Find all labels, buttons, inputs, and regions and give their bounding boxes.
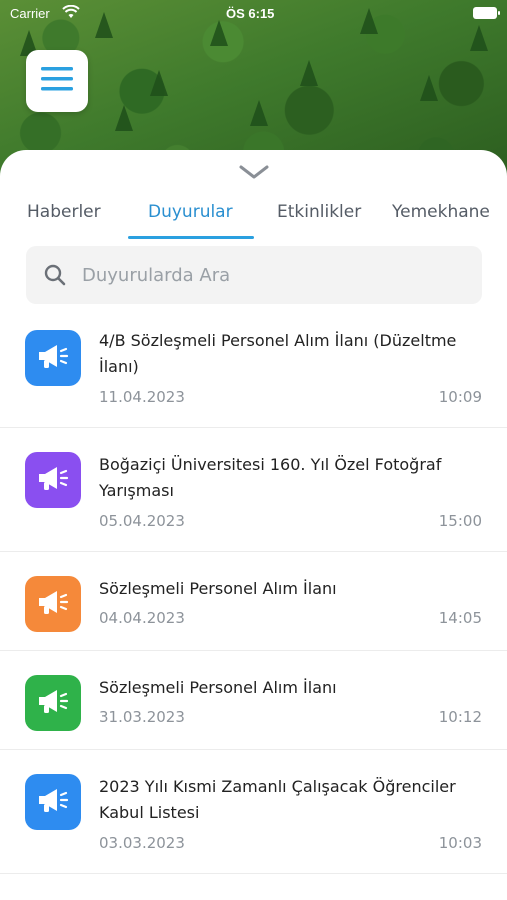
carrier-label: Carrier <box>10 6 50 21</box>
search-bar <box>26 246 482 304</box>
announcement-title: Boğaziçi Üniversitesi 160. Yıl Özel Foto… <box>99 455 442 500</box>
content-sheet: Haberler Duyurular Etkinlikler Yemekhane… <box>0 150 507 900</box>
announcement-time: 10:09 <box>438 388 482 406</box>
clock-time: ÖS 6:15 <box>226 6 275 21</box>
announcement-title: 4/B Sözleşmeli Personel Alım İlanı (Düze… <box>99 331 457 376</box>
megaphone-icon <box>36 341 70 375</box>
search-input[interactable] <box>82 246 472 304</box>
megaphone-icon <box>36 587 70 621</box>
announcement-badge <box>25 774 81 830</box>
megaphone-icon <box>36 785 70 819</box>
tab-yemekhane[interactable]: Yemekhane <box>392 202 490 222</box>
announcement-badge <box>25 330 81 386</box>
megaphone-icon <box>36 686 70 720</box>
list-item[interactable]: Sözleşmeli Personel Alım İlanı 04.04.202… <box>0 552 507 651</box>
list-item[interactable]: 2023 Yılı Kısmi Zamanlı Çalışacak Öğrenc… <box>0 750 507 874</box>
tab-etkinlikler[interactable]: Etkinlikler <box>277 202 361 222</box>
hamburger-icon <box>41 67 73 95</box>
status-bar: Carrier ÖS 6:15 <box>0 0 507 28</box>
announcement-time: 15:00 <box>438 512 482 530</box>
announcement-title: Sözleşmeli Personel Alım İlanı <box>99 678 337 697</box>
announcement-badge <box>25 452 81 508</box>
battery-icon <box>473 7 500 19</box>
announcement-date: 11.04.2023 <box>99 388 185 406</box>
menu-button[interactable] <box>26 50 88 112</box>
tab-haberler[interactable]: Haberler <box>27 202 101 222</box>
announcement-time: 14:05 <box>438 609 482 627</box>
announcement-date: 31.03.2023 <box>99 708 185 726</box>
search-icon <box>44 264 66 286</box>
announcement-date: 04.04.2023 <box>99 609 185 627</box>
tab-bar: Haberler Duyurular Etkinlikler Yemekhane <box>0 198 507 242</box>
announcement-title: Sözleşmeli Personel Alım İlanı <box>99 579 337 598</box>
list-item[interactable]: 4/B Sözleşmeli Personel Alım İlanı (Düze… <box>0 318 507 428</box>
list-item[interactable]: Boğaziçi Üniversitesi 160. Yıl Özel Foto… <box>0 428 507 552</box>
wifi-icon <box>62 4 80 23</box>
megaphone-icon <box>36 463 70 497</box>
active-tab-indicator <box>128 236 254 239</box>
announcement-badge <box>25 576 81 632</box>
tab-duyurular[interactable]: Duyurular <box>148 202 233 222</box>
announcement-time: 10:03 <box>438 834 482 852</box>
list-item[interactable]: Sözleşmeli Personel Alım İlanı 31.03.202… <box>0 651 507 750</box>
announcement-date: 03.03.2023 <box>99 834 185 852</box>
chevron-down-icon[interactable] <box>238 162 270 182</box>
announcement-date: 05.04.2023 <box>99 512 185 530</box>
announcement-badge <box>25 675 81 731</box>
announcement-list: 4/B Sözleşmeli Personel Alım İlanı (Düze… <box>0 318 507 874</box>
announcement-title: 2023 Yılı Kısmi Zamanlı Çalışacak Öğrenc… <box>99 777 456 822</box>
announcement-time: 10:12 <box>438 708 482 726</box>
